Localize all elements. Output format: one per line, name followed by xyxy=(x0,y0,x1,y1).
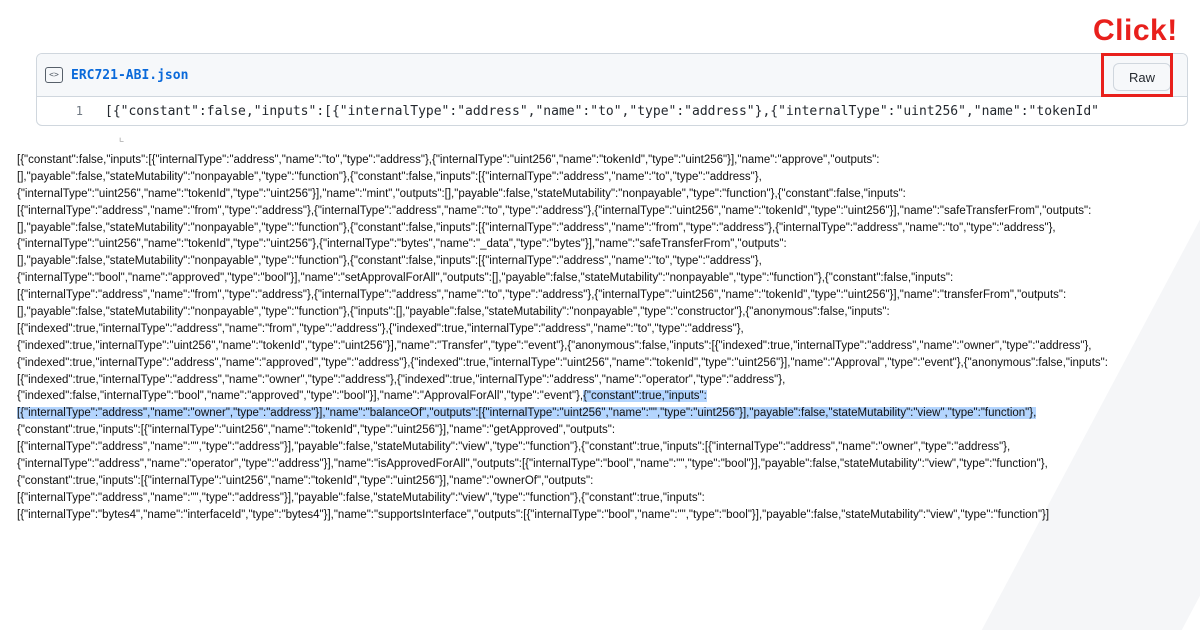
code-line: 1 [{"constant":false,"inputs":[{"interna… xyxy=(37,97,1187,125)
raw-text-line: [{"internalType":"address","name":"from"… xyxy=(17,203,1192,220)
raw-text-line: {"internalType":"uint256","name":"tokenI… xyxy=(17,186,1192,203)
raw-text: {"internalType":"uint256","name":"tokenI… xyxy=(17,187,906,200)
file-preview-box: <> ERC721-ABI.json Raw 1 [{"constant":fa… xyxy=(36,53,1188,126)
raw-text-line: [{"constant":false,"inputs":[{"internalT… xyxy=(17,152,1192,169)
raw-text-line: {"indexed":false,"internalType":"bool","… xyxy=(17,388,1192,405)
raw-text: {"constant":true,"inputs":[{"internalTyp… xyxy=(17,424,616,437)
raw-text-line: [{"internalType":"address","name":"owner… xyxy=(17,405,1192,422)
raw-text-line: [{"internalType":"bytes4","name":"interf… xyxy=(17,507,1192,524)
selected-text: [{"internalType":"address","name":"owner… xyxy=(17,407,1037,420)
raw-text-line: [{"internalType":"address","name":"","ty… xyxy=(17,490,1192,507)
raw-text: {"internalType":"uint256","name":"tokenI… xyxy=(17,238,787,251)
raw-text-line: {"indexed":true,"internalType":"address"… xyxy=(17,355,1192,372)
selected-text: {"constant":true,"inputs": xyxy=(583,390,707,403)
raw-text-line: [{"indexed":true,"internalType":"address… xyxy=(17,321,1192,338)
raw-text: {"constant":true,"inputs":[{"internalTyp… xyxy=(17,474,594,487)
line-code-preview: [{"constant":false,"inputs":[{"internalT… xyxy=(105,103,1099,119)
raw-text-line: {"internalType":"uint256","name":"tokenI… xyxy=(17,236,1192,253)
raw-text: [{"indexed":true,"internalType":"address… xyxy=(17,322,744,335)
raw-text: [{"internalType":"address","name":"","ty… xyxy=(17,441,1011,454)
raw-text-line: [{"internalType":"address","name":"","ty… xyxy=(17,439,1192,456)
raw-text: [{"internalType":"address","name":"","ty… xyxy=(17,491,705,504)
raw-text-line: {"constant":true,"inputs":[{"internalTyp… xyxy=(17,473,1192,490)
raw-text: {"indexed":false,"internalType":"bool","… xyxy=(17,390,584,403)
raw-text: {"internalType":"address","name":"operat… xyxy=(17,458,1048,471)
raw-text-line: [],"payable":false,"stateMutability":"no… xyxy=(17,253,1192,270)
raw-text: {"internalType":"bool","name":"approved"… xyxy=(17,272,954,285)
raw-text-line: [{"indexed":true,"internalType":"address… xyxy=(17,372,1192,389)
raw-text-line: [],"payable":false,"stateMutability":"no… xyxy=(17,304,1192,321)
code-file-icon: <> xyxy=(45,67,63,83)
click-annotation: Click! xyxy=(1093,14,1178,47)
raw-json-content[interactable]: [{"constant":false,"inputs":[{"internalT… xyxy=(17,152,1192,524)
raw-text: [],"payable":false,"stateMutability":"no… xyxy=(17,255,762,268)
raw-text-line: [],"payable":false,"stateMutability":"no… xyxy=(17,220,1192,237)
raw-text: [{"internalType":"address","name":"from"… xyxy=(17,204,1092,217)
text-cursor-icon: ⌞ xyxy=(118,130,126,144)
raw-text: {"indexed":true,"internalType":"uint256"… xyxy=(17,339,1092,352)
raw-text-line: [],"payable":false,"stateMutability":"no… xyxy=(17,169,1192,186)
raw-text-line: {"constant":true,"inputs":[{"internalTyp… xyxy=(17,422,1192,439)
raw-button-highlight xyxy=(1101,53,1173,97)
raw-text-line: [{"internalType":"address","name":"from"… xyxy=(17,287,1192,304)
raw-text: [],"payable":false,"stateMutability":"no… xyxy=(17,170,762,183)
file-header: <> ERC721-ABI.json Raw xyxy=(37,54,1187,97)
line-number: 1 xyxy=(75,104,83,118)
raw-text: [],"payable":false,"stateMutability":"no… xyxy=(17,306,890,319)
raw-text-line: {"internalType":"bool","name":"approved"… xyxy=(17,270,1192,287)
raw-text: [{"internalType":"bytes4","name":"interf… xyxy=(17,508,1050,521)
file-name-link[interactable]: ERC721-ABI.json xyxy=(71,68,188,83)
raw-text: [{"internalType":"address","name":"from"… xyxy=(17,289,1067,302)
raw-text: [{"constant":false,"inputs":[{"internalT… xyxy=(17,154,880,166)
raw-text: {"indexed":true,"internalType":"address"… xyxy=(17,356,1108,369)
raw-text: [{"indexed":true,"internalType":"address… xyxy=(17,373,786,386)
raw-text-line: {"internalType":"address","name":"operat… xyxy=(17,456,1192,473)
raw-text-line: {"indexed":true,"internalType":"uint256"… xyxy=(17,338,1192,355)
raw-text: [],"payable":false,"stateMutability":"no… xyxy=(17,221,1056,234)
